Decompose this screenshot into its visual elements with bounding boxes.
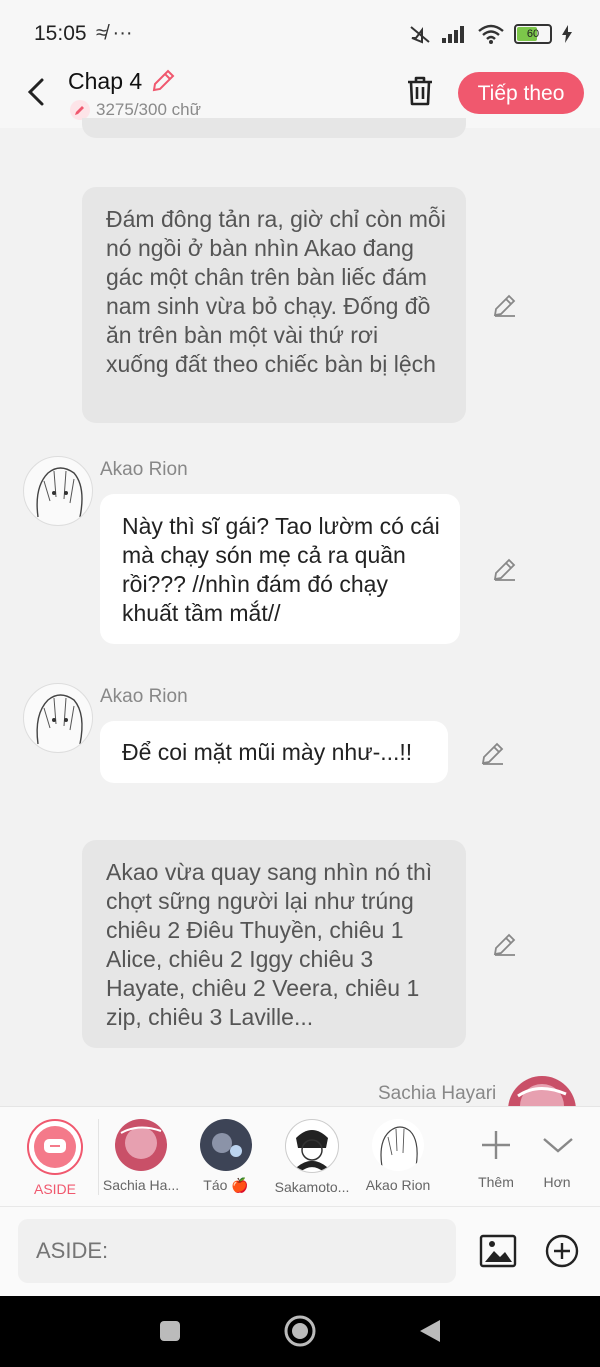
home-icon[interactable] — [283, 1314, 317, 1348]
divider — [98, 1119, 99, 1195]
chevron-down-icon — [543, 1138, 573, 1153]
narration-text: Akao vừa quay sang nhìn nó thì chợt sững… — [106, 859, 433, 1030]
speech-bubble[interactable]: Để coi mặt mũi mày như-...!! — [100, 721, 448, 783]
mute-icon — [410, 26, 430, 44]
narration-bubble[interactable]: Akao vừa quay sang nhìn nó thì chợt sững… — [82, 840, 466, 1048]
character-label: Akao Rion — [365, 1177, 431, 1193]
add-character-button[interactable]: Thêm — [468, 1119, 524, 1190]
edit-title-icon[interactable] — [150, 68, 176, 94]
more-button[interactable]: Hơn — [532, 1119, 582, 1190]
status-bar: 15:05 ≉ ··· 60 — [0, 0, 600, 60]
speech-text: Để coi mặt mũi mày như-...!! — [122, 739, 413, 765]
recents-icon[interactable] — [159, 1320, 181, 1342]
character-label: Thêm — [478, 1174, 514, 1190]
character-label: Sachia Ha... — [102, 1177, 180, 1193]
pencil-icon — [70, 100, 90, 120]
character-label: Táo 🍎 — [203, 1177, 249, 1193]
avatar-akao-rion — [372, 1119, 424, 1171]
signal-icon — [442, 26, 464, 43]
message-author: Akao Rion — [100, 459, 188, 480]
back-nav-icon[interactable] — [418, 1318, 442, 1344]
character-selector: ASIDE Sachia Ha... Táo 🍎 Sakamoto... Aka… — [0, 1106, 600, 1207]
message-author: Sachia Hayari — [378, 1083, 497, 1104]
avatar-sachia-hayari — [115, 1119, 167, 1171]
character-tao[interactable]: Táo 🍎 — [196, 1119, 256, 1194]
word-count: 3275/300 chữ — [70, 100, 201, 120]
character-sachia[interactable]: Sachia Ha... — [102, 1119, 180, 1193]
status-notification-icons: ≉ ··· — [96, 22, 133, 44]
charging-icon — [562, 25, 572, 43]
character-sakamoto[interactable]: Sakamoto... — [272, 1119, 352, 1195]
narration-text: Đám đông tản ra, giờ chỉ còn mỗi nó ngồi… — [106, 206, 446, 377]
narration-bubble[interactable]: Đám đông tản ra, giờ chỉ còn mỗi nó ngồi… — [82, 187, 466, 423]
avatar-akao-rion[interactable] — [23, 683, 93, 753]
status-time: 15:05 — [34, 22, 87, 45]
system-navigation-bar — [0, 1296, 600, 1367]
edit-message-icon[interactable] — [492, 556, 518, 582]
character-label: Hơn — [543, 1174, 571, 1190]
speech-text: Này thì sĩ gái? Tao lườm có cái mà chạy … — [122, 513, 440, 626]
character-aside[interactable]: ASIDE — [24, 1119, 86, 1197]
message-author: Akao Rion — [100, 686, 188, 707]
character-label: ASIDE — [33, 1181, 76, 1197]
edit-message-icon[interactable] — [492, 931, 518, 957]
status-right-icons: 60 — [408, 24, 572, 44]
edit-message-icon[interactable] — [480, 740, 506, 766]
character-akao[interactable]: Akao Rion — [362, 1119, 434, 1193]
battery-icon: 60 — [514, 24, 552, 44]
plus-icon — [482, 1131, 510, 1159]
chapter-title[interactable]: Chap 4 — [68, 68, 142, 95]
input-bar — [0, 1206, 600, 1297]
image-icon[interactable] — [478, 1231, 518, 1271]
add-circle-icon[interactable] — [542, 1231, 582, 1271]
avatar-akao-rion[interactable] — [23, 456, 93, 526]
aside-icon — [27, 1119, 83, 1175]
speech-bubble[interactable]: Này thì sĩ gái? Tao lườm có cái mà chạy … — [100, 494, 460, 644]
message-input[interactable] — [18, 1219, 456, 1283]
trash-icon[interactable] — [404, 74, 436, 108]
back-arrow-icon[interactable] — [22, 74, 52, 110]
previous-narration-bubble[interactable] — [82, 118, 466, 138]
avatar-tao — [200, 1119, 252, 1171]
wifi-icon — [478, 24, 504, 44]
character-label: Sakamoto... — [274, 1179, 350, 1195]
avatar-sakamoto — [285, 1119, 339, 1173]
next-button[interactable]: Tiếp theo — [458, 72, 584, 114]
edit-message-icon[interactable] — [492, 292, 518, 318]
word-count-text: 3275/300 chữ — [96, 100, 201, 119]
